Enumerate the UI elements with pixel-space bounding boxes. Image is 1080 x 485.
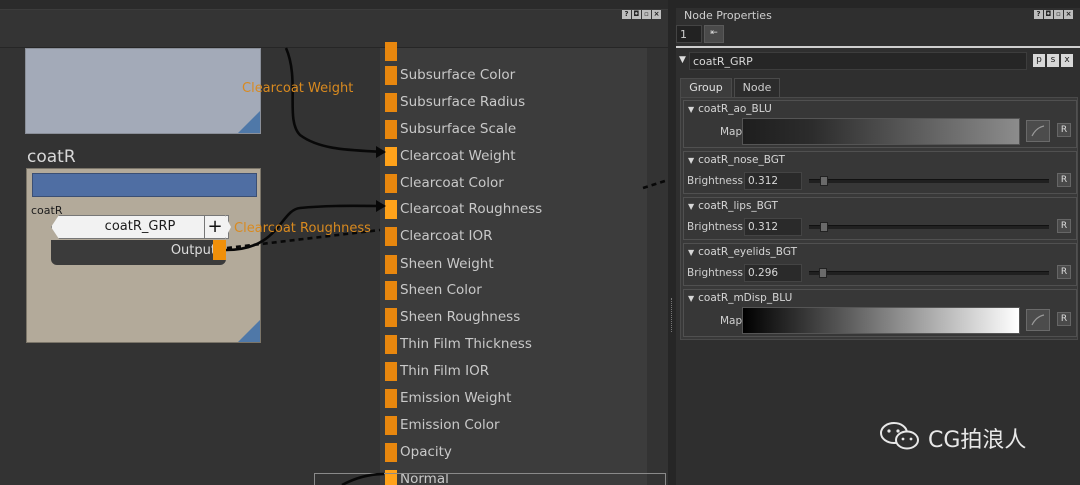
connection-wires xyxy=(225,47,668,485)
params-button[interactable]: p xyxy=(1033,54,1045,67)
props-top-strip xyxy=(676,0,1080,8)
collapse-arrow-icon[interactable]: ▼ xyxy=(688,105,694,114)
curve-edit-icon xyxy=(1031,314,1045,326)
collapse-arrow-icon[interactable]: ▼ xyxy=(688,248,694,257)
tab-content: ▼ coatR_ao_BLU Map R ▼ coatR_nose_BGT Brig… xyxy=(680,97,1078,340)
section-title: coatR_lips_BGT xyxy=(698,200,778,212)
section-title: coatR_mDisp_BLU xyxy=(698,292,793,304)
panel-splitter[interactable] xyxy=(668,0,676,485)
param-section-nose: ▼ coatR_nose_BGT Brightness 0.312 R xyxy=(683,151,1077,194)
reset-button[interactable]: R xyxy=(1057,173,1071,187)
map-preview[interactable] xyxy=(742,118,1020,145)
wire-arrow-icon xyxy=(376,146,386,158)
wire-dashed-offscreen xyxy=(642,178,668,190)
help-icon[interactable]: ? xyxy=(1034,10,1043,19)
wire-normal[interactable] xyxy=(341,472,385,485)
brightness-slider[interactable] xyxy=(809,222,1049,232)
tab-group[interactable]: Group xyxy=(680,78,732,98)
reset-button[interactable]: R xyxy=(1057,265,1071,279)
map-label: Map xyxy=(720,126,743,138)
group-header: ▼ coatR_GRP p s x xyxy=(676,52,1080,71)
section-header[interactable]: ▼ coatR_lips_BGT xyxy=(688,200,778,212)
reset-button[interactable]: R xyxy=(1057,219,1071,233)
param-section-ao: ▼ coatR_ao_BLU Map R xyxy=(683,100,1077,148)
collapse-arrow-icon[interactable]: ▼ xyxy=(688,294,694,303)
max-panels-input[interactable]: 1 xyxy=(676,25,702,43)
group-name-field[interactable]: coatR_GRP xyxy=(689,52,1027,70)
wire-label: Clearcoat Weight xyxy=(242,81,354,96)
panel-title: Node Properties xyxy=(684,9,772,22)
tab-node[interactable]: Node xyxy=(734,78,780,98)
float-icon[interactable]: ▫ xyxy=(1054,10,1063,19)
param-section-mdisp: ▼ coatR_mDisp_BLU Map R xyxy=(683,289,1077,337)
map-label: Map xyxy=(720,315,743,327)
brightness-slider[interactable] xyxy=(809,268,1049,278)
section-header[interactable]: ▼ coatR_mDisp_BLU xyxy=(688,292,792,304)
section-title: coatR_ao_BLU xyxy=(698,103,772,115)
brightness-label: Brightness xyxy=(687,267,743,279)
watermark-text: CG拍浪人 xyxy=(928,428,1027,453)
section-header[interactable]: ▼ coatR_ao_BLU xyxy=(688,103,772,115)
node-graph-panel[interactable]: ? ◘ ▫ × coatR coatR coatR_GRP + Output S… xyxy=(0,0,668,485)
map-edit-button[interactable] xyxy=(1026,120,1050,142)
close-group-button[interactable]: x xyxy=(1061,54,1073,67)
wechat-icon xyxy=(880,422,919,450)
collapse-arrow-icon[interactable]: ▼ xyxy=(688,156,694,165)
brightness-label: Brightness xyxy=(687,175,743,187)
collapse-arrow-icon[interactable]: ▼ xyxy=(688,202,694,211)
section-header[interactable]: ▼ coatR_nose_BGT xyxy=(688,154,785,166)
slider-handle[interactable] xyxy=(819,176,828,186)
brightness-slider[interactable] xyxy=(809,176,1049,186)
clear-panels-button[interactable]: ⇤ xyxy=(704,25,724,43)
wire-arrow-icon xyxy=(376,200,386,212)
section-title: coatR_eyelids_BGT xyxy=(698,246,797,258)
pin-icon[interactable]: ◘ xyxy=(1044,10,1053,19)
slider-handle[interactable] xyxy=(819,222,828,232)
reset-button[interactable]: R xyxy=(1057,312,1071,326)
map-preview[interactable] xyxy=(742,307,1020,334)
brightness-label: Brightness xyxy=(687,221,743,233)
scripts-button[interactable]: s xyxy=(1047,54,1059,67)
slider-handle[interactable] xyxy=(819,268,828,278)
section-title: coatR_nose_BGT xyxy=(698,154,785,166)
node-properties-panel: Node Properties ? ◘ ▫ × 1 ⇤ ▼ coatR_GRP … xyxy=(676,0,1080,485)
reset-button[interactable]: R xyxy=(1057,123,1071,137)
props-panel-controls: ? ◘ ▫ × xyxy=(1034,10,1073,19)
curve-edit-icon xyxy=(1031,125,1045,137)
param-section-lips: ▼ coatR_lips_BGT Brightness 0.312 R xyxy=(683,197,1077,240)
brightness-value-input[interactable]: 0.296 xyxy=(744,264,802,282)
close-icon[interactable]: × xyxy=(1064,10,1073,19)
splitter-grip-icon[interactable] xyxy=(671,298,673,332)
param-section-eyelids: ▼ coatR_eyelids_BGT Brightness 0.296 R xyxy=(683,243,1077,286)
wire-label: Clearcoat Roughness xyxy=(234,221,371,236)
brightness-value-input[interactable]: 0.312 xyxy=(744,172,802,190)
brightness-value-input[interactable]: 0.312 xyxy=(744,218,802,236)
section-header[interactable]: ▼ coatR_eyelids_BGT xyxy=(688,246,797,258)
wire-clearcoat-weight[interactable] xyxy=(284,47,385,154)
map-edit-button[interactable] xyxy=(1026,309,1050,331)
collapse-arrow-icon[interactable]: ▼ xyxy=(679,55,686,65)
separator xyxy=(676,46,1080,48)
